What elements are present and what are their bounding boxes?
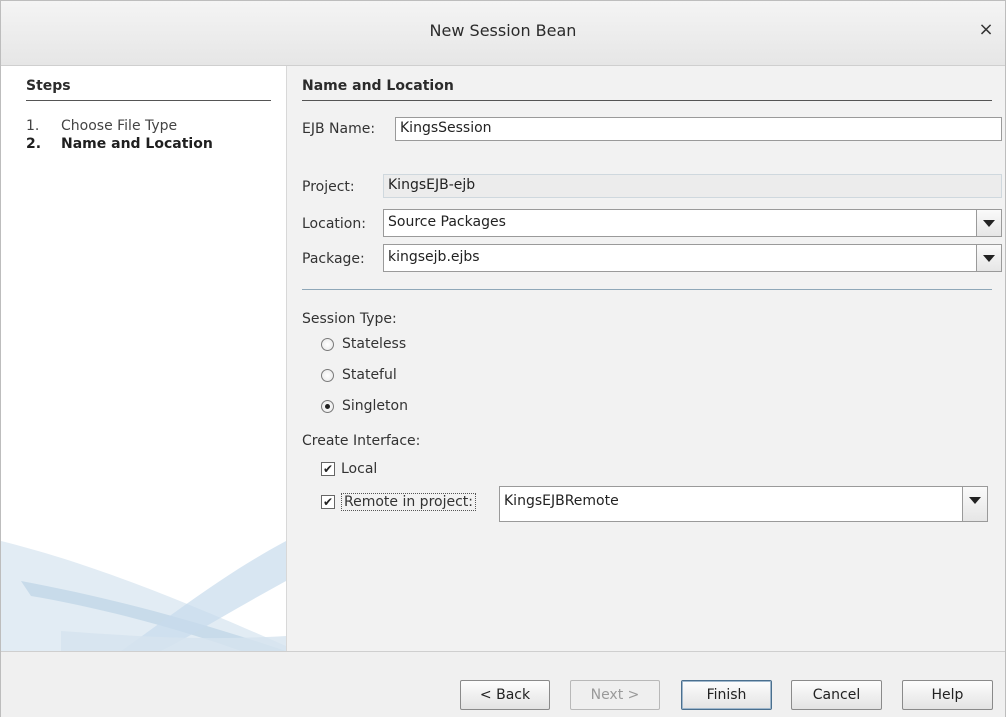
project-field: KingsEJB-ejb [383,174,1002,198]
button-bar: < Back Next > Finish Cancel Help [1,651,1005,717]
chevron-down-icon[interactable] [976,210,1001,236]
location-label: Location: [302,216,366,232]
chevron-down-icon[interactable] [976,245,1001,271]
radio-singleton[interactable]: Singleton [321,398,408,414]
location-dropdown[interactable]: Source Packages [383,209,1002,237]
checkbox-checked-icon[interactable]: ✔ [321,462,335,476]
steps-panel: Steps 1. Choose File Type 2. Name and Loca… [1,66,287,651]
radio-label: Stateful [342,367,397,383]
radio-stateful[interactable]: Stateful [321,367,397,383]
create-interface-label: Create Interface: [302,433,421,449]
cancel-button[interactable]: Cancel [791,680,882,710]
section-title: Name and Location [302,78,992,101]
ejb-name-field[interactable]: KingsSession [395,117,1002,141]
step-label: Choose File Type [61,118,178,134]
checkbox-label: Remote in project: [341,493,476,511]
radio-button-icon[interactable] [321,337,334,351]
chevron-down-icon[interactable] [962,487,987,521]
location-value: Source Packages [388,214,506,230]
finish-button[interactable]: Finish [681,680,772,710]
checkbox-label: Local [341,461,378,477]
help-button[interactable]: Help [902,680,993,710]
title-bar: New Session Bean × [1,1,1005,66]
remote-project-dropdown[interactable]: KingsEJBRemote [499,486,988,522]
content-panel: Name and Location EJB Name: KingsSession… [288,66,1005,651]
close-icon[interactable]: × [977,21,995,39]
radio-stateless[interactable]: Stateless [321,336,406,352]
package-dropdown[interactable]: kingsejb.ejbs [383,244,1002,272]
project-label: Project: [302,179,355,195]
radio-button-icon[interactable] [321,368,334,382]
remote-project-value: KingsEJBRemote [504,493,619,509]
checkbox-local[interactable]: ✔ Local [321,461,377,477]
radio-label: Singleton [342,398,408,414]
package-value: kingsejb.ejbs [388,249,480,265]
session-type-label: Session Type: [302,311,397,327]
steps-title: Steps [26,78,271,101]
step-choose-file-type: 1. Choose File Type [26,118,177,134]
step-label: Name and Location [61,136,213,152]
radio-label: Stateless [342,336,407,352]
wave-decoration-graphic [1,541,286,651]
checkbox-checked-icon[interactable]: ✔ [321,495,335,509]
step-name-and-location: 2. Name and Location [26,136,213,152]
step-number: 2. [26,136,42,152]
separator [302,289,992,290]
step-number: 1. [26,118,40,134]
back-button[interactable]: < Back [460,680,550,710]
new-session-bean-dialog: New Session Bean × Steps 1. Choose File T… [0,0,1006,717]
radio-button-selected-icon[interactable] [321,399,334,413]
checkbox-remote-in-project[interactable]: ✔ Remote in project: [321,493,476,511]
next-button[interactable]: Next > [570,680,660,710]
ejb-name-label: EJB Name: [302,121,376,137]
package-label: Package: [302,251,365,267]
dialog-title: New Session Bean [429,21,577,40]
